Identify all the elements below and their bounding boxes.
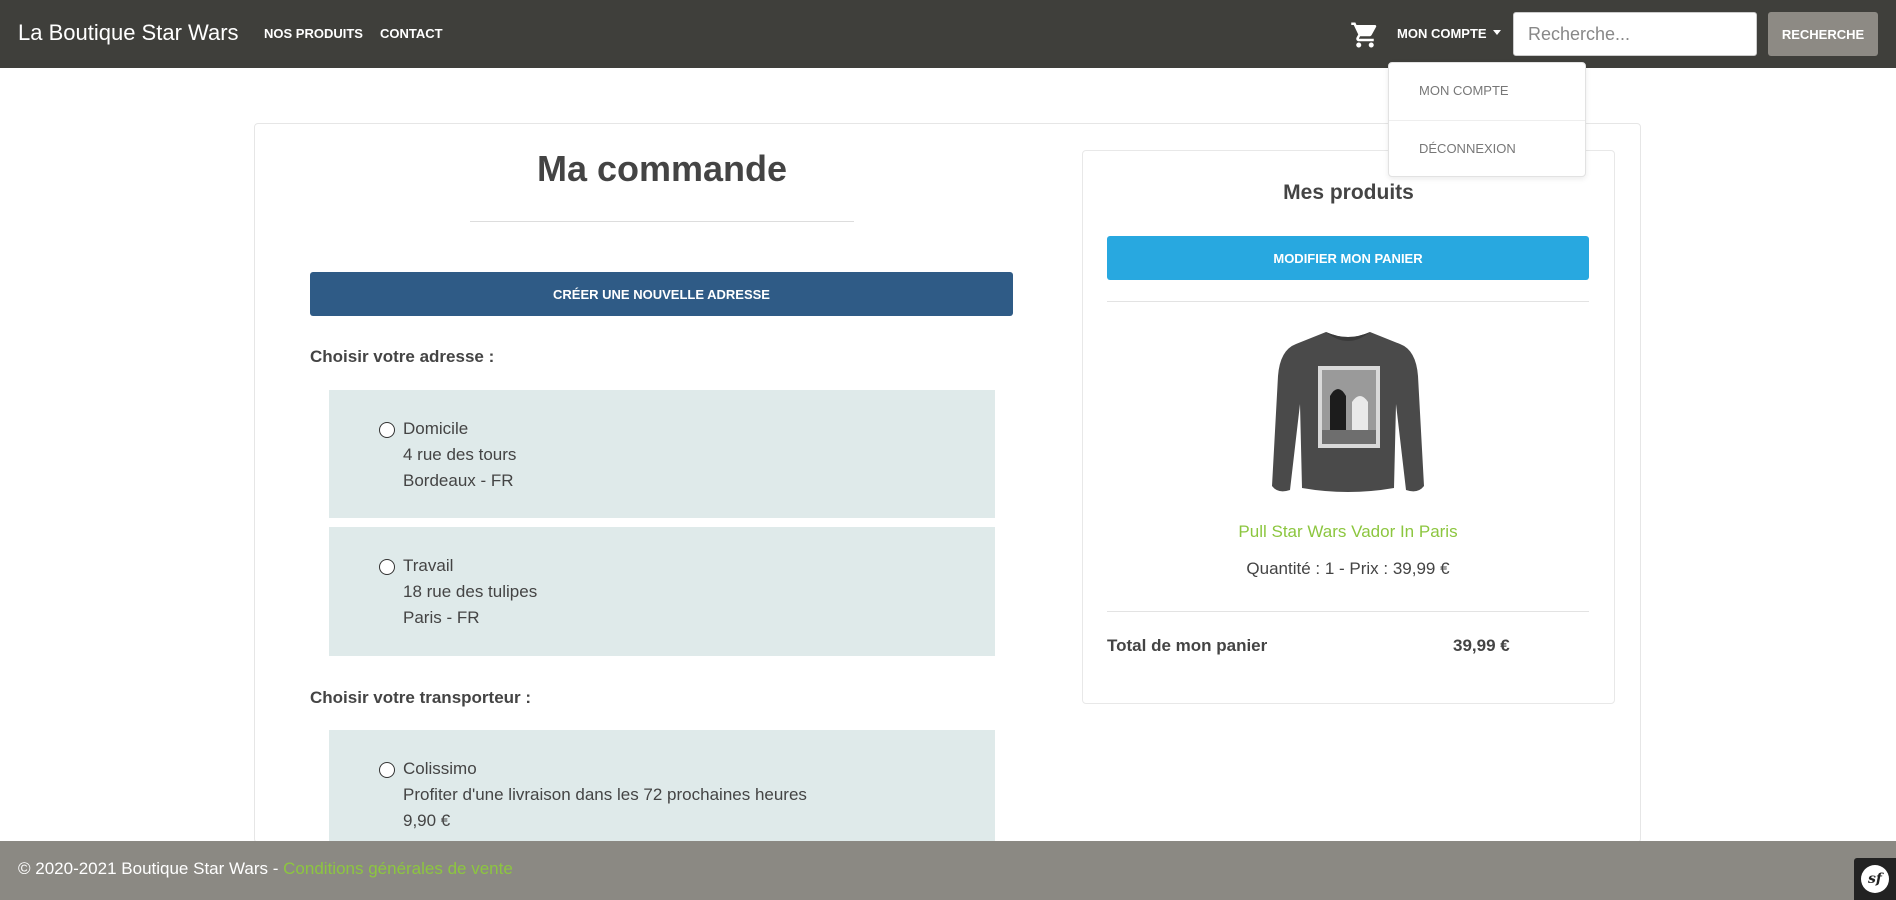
search-button[interactable]: RECHERCHE [1768, 12, 1878, 56]
carrier-price: 9,90 € [403, 811, 451, 830]
page-title: Ma commande [536, 148, 788, 189]
address-radio-home[interactable] [379, 422, 395, 438]
address-radio-work[interactable] [379, 559, 395, 575]
dropdown-divider [1389, 120, 1585, 121]
caret-down-icon [1492, 30, 1501, 35]
dropdown-item-my-account[interactable]: MON COMPTE [1419, 83, 1509, 98]
title-divider [470, 221, 854, 222]
terms-link[interactable]: Conditions générales de vente [283, 859, 513, 878]
carrier-name: Colissimo [403, 759, 477, 778]
products-title: Mes produits [1283, 181, 1414, 204]
account-label: MON COMPTE [1397, 26, 1487, 41]
new-address-button[interactable]: CRÉER UNE NOUVELLE ADRESSE [310, 272, 1013, 316]
address-option-work[interactable]: Travail 18 rue des tulipes Paris - FR [329, 527, 995, 656]
address-street: 18 rue des tulipes [403, 582, 538, 601]
carrier-radio-colissimo[interactable] [379, 762, 395, 778]
nav-products-link[interactable]: NOS PRODUITS [264, 26, 363, 41]
nav-contact-link[interactable]: CONTACT [380, 26, 443, 41]
cart-icon[interactable] [1350, 20, 1380, 50]
brand-link[interactable]: La Boutique Star Wars [18, 20, 239, 46]
address-city: Bordeaux - FR [403, 471, 514, 490]
total-divider [1107, 611, 1589, 612]
products-divider [1107, 301, 1589, 302]
symfony-toolbar-toggle[interactable]: sf [1854, 858, 1896, 900]
navbar: La Boutique Star Wars NOS PRODUITS CONTA… [0, 0, 1896, 68]
address-name: Domicile [403, 419, 469, 438]
address-city: Paris - FR [403, 608, 480, 627]
address-name: Travail [403, 556, 454, 575]
dropdown-item-logout[interactable]: DÉCONNEXION [1419, 141, 1516, 156]
edit-cart-button[interactable]: MODIFIER MON PANIER [1107, 236, 1589, 280]
product-name[interactable]: Pull Star Wars Vador In Paris [1107, 522, 1589, 542]
product-quantity-price: Quantité : 1 - Prix : 39,99 € [1246, 559, 1450, 578]
search-input[interactable] [1513, 12, 1757, 56]
address-option-home[interactable]: Domicile 4 rue des tours Bordeaux - FR [329, 390, 995, 518]
carrier-section-label: Choisir votre transporteur : [310, 688, 532, 707]
footer-copyright: © 2020-2021 Boutique Star Wars - [18, 859, 284, 878]
carrier-description: Profiter d'une livraison dans les 72 pro… [403, 785, 807, 804]
product-image [1272, 332, 1424, 492]
symfony-logo-icon: sf [1861, 865, 1889, 893]
account-dropdown-menu: MON COMPTE DÉCONNEXION [1388, 62, 1586, 177]
account-dropdown-toggle[interactable]: MON COMPTE [1397, 26, 1501, 41]
footer: © 2020-2021 Boutique Star Wars - Conditi… [0, 841, 1896, 900]
cart-total-value: 39,99 € [1453, 636, 1510, 655]
address-street: 4 rue des tours [403, 445, 517, 464]
cart-total-label: Total de mon panier [1107, 636, 1268, 655]
address-section-label: Choisir votre adresse : [310, 347, 495, 366]
